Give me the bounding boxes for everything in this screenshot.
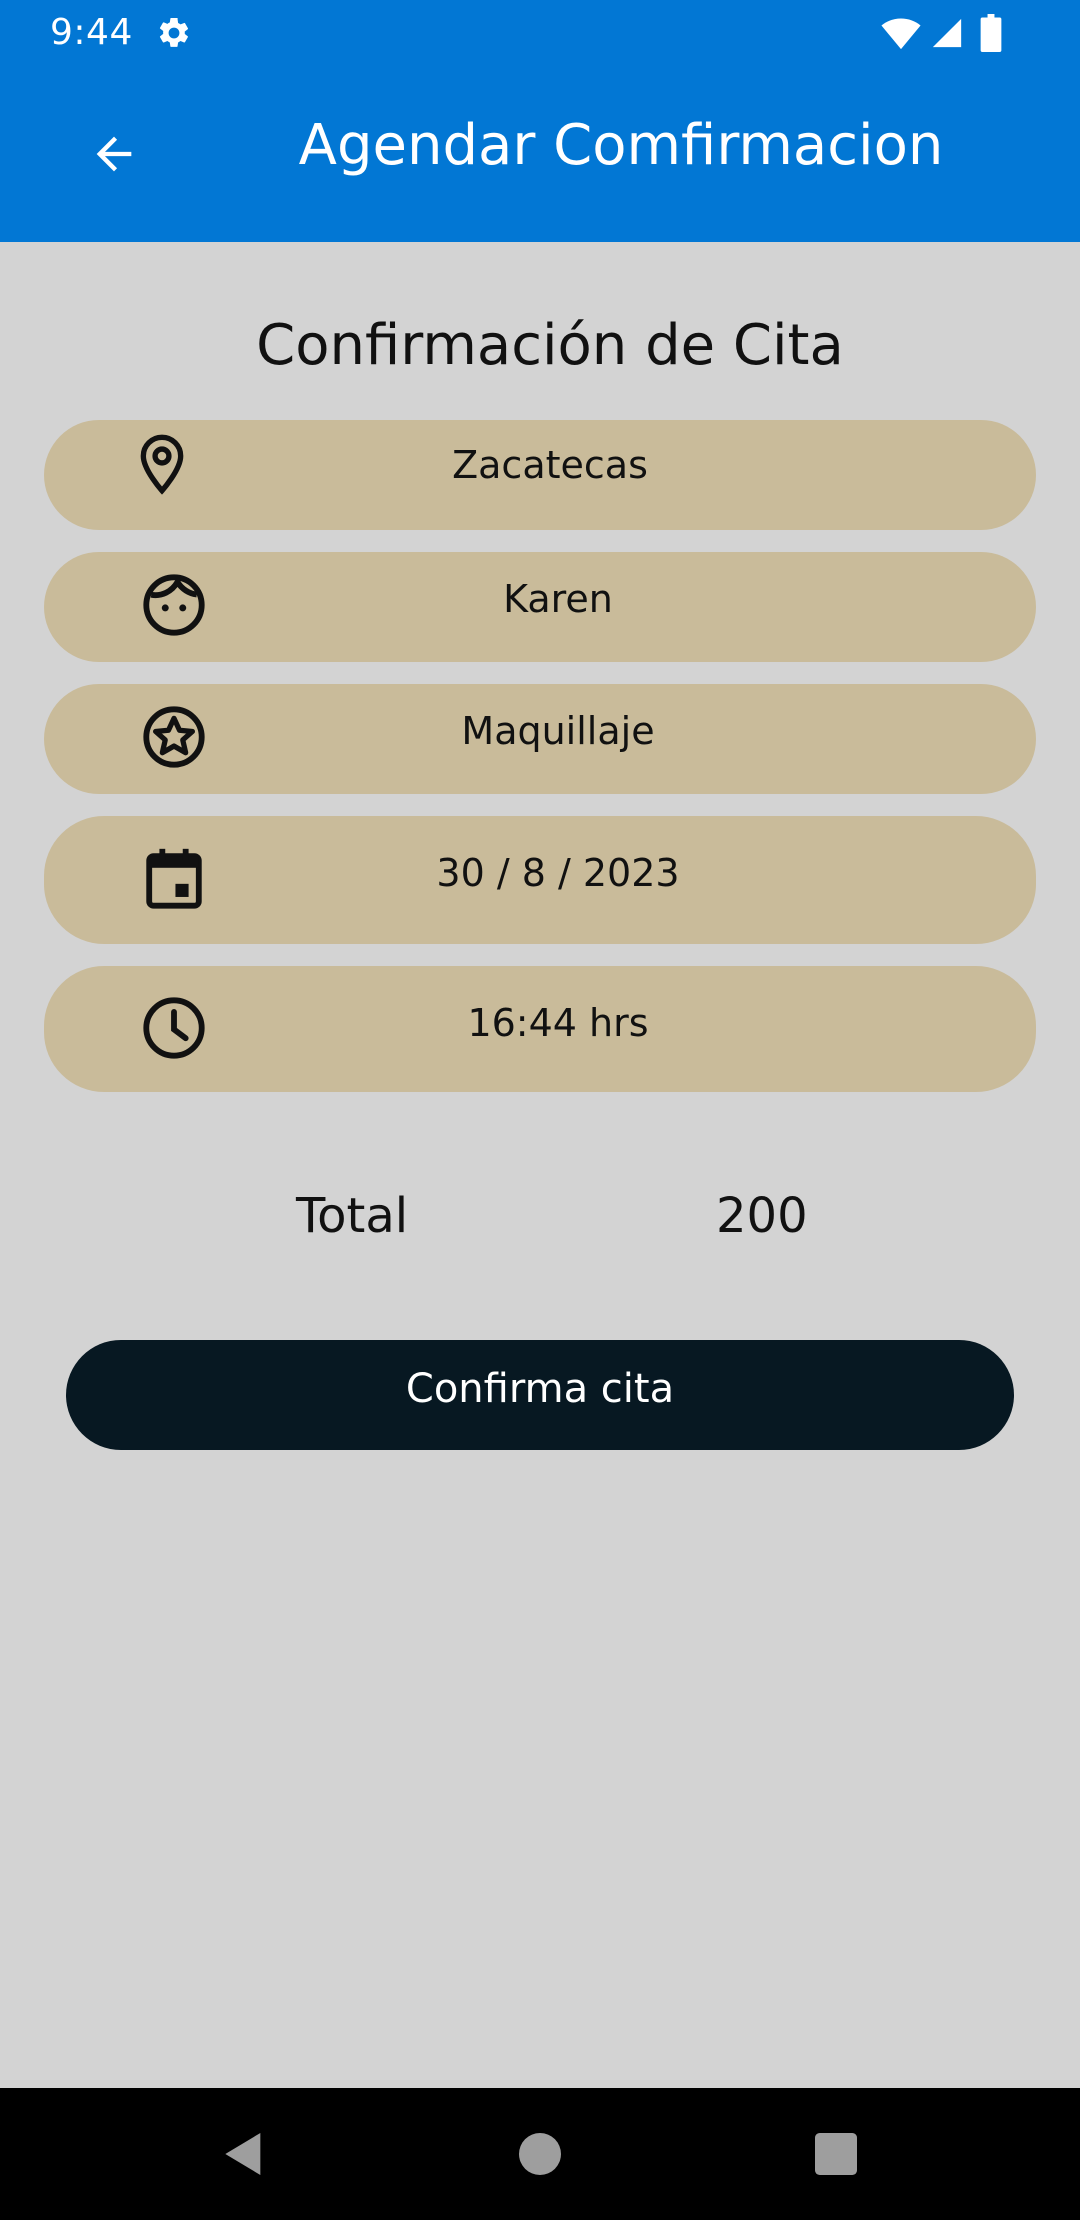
system-nav-bar [0,2088,1080,2220]
stylist-pill[interactable]: Karen [44,552,1036,662]
battery-icon [980,14,1002,52]
total-label: Total [296,1188,409,1244]
confirm-button[interactable]: Confirma cita [66,1340,1014,1450]
service-pill[interactable]: Maquillaje [44,684,1036,794]
recents-square-icon[interactable] [808,2126,864,2182]
back-button[interactable] [76,116,152,192]
section-title: Confirmación de Cita [256,313,844,378]
app-bar: Agendar Comfirmacion [0,66,1080,242]
date-value: 30 / 8 / 2023 [436,851,680,895]
wifi-icon [881,18,921,50]
time-value: 16:44 hrs [467,1001,649,1045]
gear-icon [159,17,189,47]
total-value: 200 [716,1188,808,1244]
confirm-button-label: Confirma cita [405,1366,675,1412]
signal-icon [932,18,962,48]
date-pill[interactable]: 30 / 8 / 2023 [44,816,1036,944]
app-title-text: Agendar Comfirmacion [298,113,944,178]
stylist-value: Karen [503,577,613,621]
location-pill[interactable]: Zacatecas [44,420,1036,530]
time-pill[interactable]: 16:44 hrs [44,966,1036,1092]
home-circle-icon[interactable] [512,2126,568,2182]
status-time: 9:44 [50,12,133,53]
location-value: Zacatecas [452,443,648,487]
service-value: Maquillaje [461,709,655,753]
back-triangle-icon[interactable] [216,2126,272,2182]
app-title: Agendar Comfirmacion [180,110,1080,182]
arrow-back-icon [96,136,132,172]
status-bar: 9:44 [0,0,1080,66]
